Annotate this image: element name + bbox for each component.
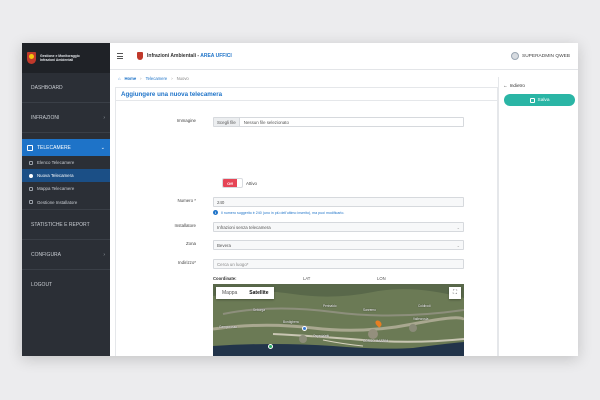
info-icon: i <box>213 210 218 215</box>
image-label: Immagine <box>176 118 196 123</box>
installer-value: Infrazioni senza telecamera <box>217 224 271 230</box>
brand[interactable]: Gestione e Monitoraggio Infrazioni Ambie… <box>22 43 110 73</box>
sidebar-item-label: DASHBOARD <box>31 84 63 91</box>
sidebar-subitem-mappa[interactable]: Mappa Telecamere <box>22 182 110 195</box>
page-title: Aggiungere una nuova telecamera <box>116 88 497 101</box>
address-label: Indirizzo* <box>177 260 196 265</box>
chevron-down-icon: ⌄ <box>456 224 460 230</box>
topbar: Infrazioni Ambientali - AREA UFFICI SUPE… <box>110 43 578 70</box>
new-camera-form: Aggiungere una nuova telecamera Immagine… <box>115 87 498 356</box>
sidebar-item-telecamere[interactable]: TELECAMERE ⌄ <box>22 139 110 156</box>
lat-label: LAT <box>303 276 311 281</box>
number-input[interactable]: 240 <box>213 197 464 207</box>
map-place-label: Sanremo <box>363 308 376 312</box>
sidebar-item-label: TELECAMERE <box>37 144 71 151</box>
arrow-left-icon: ← <box>503 83 508 88</box>
breadcrumb-home[interactable]: Home <box>125 76 137 81</box>
back-button[interactable]: ← Indietro <box>503 83 525 88</box>
chevron-down-icon: ⌄ <box>100 144 105 151</box>
sidebar-item-dashboard[interactable]: DASHBOARD <box>22 73 110 103</box>
coordinates-label: Coordinate: <box>213 276 237 281</box>
app-title: Infrazioni Ambientali - AREA UFFICI <box>147 53 232 59</box>
map-place-label: Bordighera <box>283 320 299 324</box>
plus-circle-icon <box>29 173 33 178</box>
sidebar-item-logout[interactable]: LOGOUT <box>22 270 110 300</box>
installer-label: Installatore <box>174 223 196 228</box>
sidebar-subitem-elenco[interactable]: Elenco Telecamere <box>22 156 110 169</box>
brand-line2: Infrazioni Ambientali <box>40 58 74 62</box>
map-icon <box>29 186 33 191</box>
actions-panel: ← Indietro Salva <box>498 77 578 356</box>
image-file-input[interactable]: Scegli file Nessun file selezionato <box>213 117 464 127</box>
sidebar: Gestione e Monitoraggio Infrazioni Ambie… <box>22 43 110 356</box>
sidebar-item-infrazioni[interactable]: INFRAZIONI › <box>22 103 110 133</box>
user-name: SUPERADMIN QWEB <box>522 53 570 59</box>
sidebar-item-label: LOGOUT <box>31 282 53 288</box>
home-icon[interactable]: ⌂ <box>118 76 121 81</box>
chevron-down-icon: ⌄ <box>456 242 460 248</box>
sidebar-item-label: CONFIGURA <box>31 251 61 258</box>
map-view[interactable]: Mappa Satellite ⛶ Sanremo Camporosso Val… <box>213 284 464 356</box>
breadcrumb: ⌂ Home › Telecamere › Nuovo <box>118 76 189 81</box>
zone-select[interactable]: Bevera ⌄ <box>213 240 464 250</box>
wrench-icon <box>29 200 33 204</box>
active-toggle[interactable]: Off Attivo <box>222 178 257 188</box>
map-marker-icon[interactable] <box>268 344 273 349</box>
toggle-label: Attivo <box>246 180 257 186</box>
number-label: Numero * <box>177 198 196 203</box>
chevron-right-icon: › <box>103 251 105 258</box>
chevron-right-icon: › <box>103 114 105 121</box>
map-place-label: Coldirodi <box>418 304 431 308</box>
breadcrumb-separator: › <box>171 76 173 81</box>
map-place-label: Perinaldo <box>323 304 337 308</box>
map-place-label: Camporosso <box>219 325 238 329</box>
sidebar-item-label: INFRAZIONI <box>31 114 60 121</box>
sidebar-subitem-installatore[interactable]: Gestione Installatore <box>22 195 110 210</box>
map-place-label: Vallecrosia <box>413 317 429 321</box>
map-marker-icon[interactable] <box>302 326 307 331</box>
address-search-input[interactable]: Cerca un luogo* <box>213 259 464 269</box>
breadcrumb-separator: › <box>140 76 142 81</box>
back-label: Indietro <box>509 83 525 88</box>
lon-label: LON <box>377 276 386 281</box>
user-menu[interactable]: SUPERADMIN QWEB <box>511 52 570 60</box>
app-window: Gestione e Monitoraggio Infrazioni Ambie… <box>22 43 578 356</box>
coat-of-arms-icon <box>137 52 143 60</box>
number-value: 240 <box>217 199 225 205</box>
hamburger-menu-icon[interactable] <box>117 53 123 59</box>
coordinates-row: Coordinate: LAT LON <box>213 276 464 281</box>
save-label: Salva <box>537 97 550 103</box>
breadcrumb-current: Nuovo <box>176 76 189 81</box>
zone-value: Bevera <box>217 242 231 248</box>
sidebar-subitem-nuova[interactable]: Nuova Telecamera <box>22 169 110 182</box>
installer-select[interactable]: Infrazioni senza telecamera ⌄ <box>213 222 464 232</box>
file-status: Nessun file selezionato <box>243 119 289 125</box>
map-place-label: CORSO MAZZINI <box>363 339 389 343</box>
address-placeholder: Cerca un luogo* <box>217 261 249 267</box>
save-button[interactable]: Salva <box>504 94 575 106</box>
sidebar-item-statistiche[interactable]: STATISTICHE E REPORT <box>22 210 110 240</box>
fullscreen-icon[interactable]: ⛶ <box>449 287 461 299</box>
tab-satellite[interactable]: Satellite <box>243 287 274 299</box>
zone-label: Zona <box>185 241 196 246</box>
camera-icon <box>27 144 33 151</box>
coat-of-arms-logo <box>27 52 36 64</box>
choose-file-button[interactable]: Scegli file <box>214 118 240 126</box>
list-icon <box>29 160 33 165</box>
avatar <box>511 52 520 60</box>
map-type-tabs: Mappa Satellite <box>216 287 275 299</box>
breadcrumb-section[interactable]: Telecamere <box>146 76 168 81</box>
save-icon <box>529 97 535 103</box>
sidebar-item-label: STATISTICHE E REPORT <box>31 221 90 228</box>
map-place-label: Seborga <box>253 308 266 312</box>
map-place-label: Ospedaletti <box>313 334 330 338</box>
number-hint: i Il numero suggerito è 240 (uno in più … <box>213 210 344 215</box>
tab-map[interactable]: Mappa <box>216 287 243 299</box>
sidebar-item-configura[interactable]: CONFIGURA › <box>22 240 110 270</box>
toggle-switch[interactable]: Off <box>222 178 243 188</box>
toggle-state: Off <box>223 179 237 187</box>
